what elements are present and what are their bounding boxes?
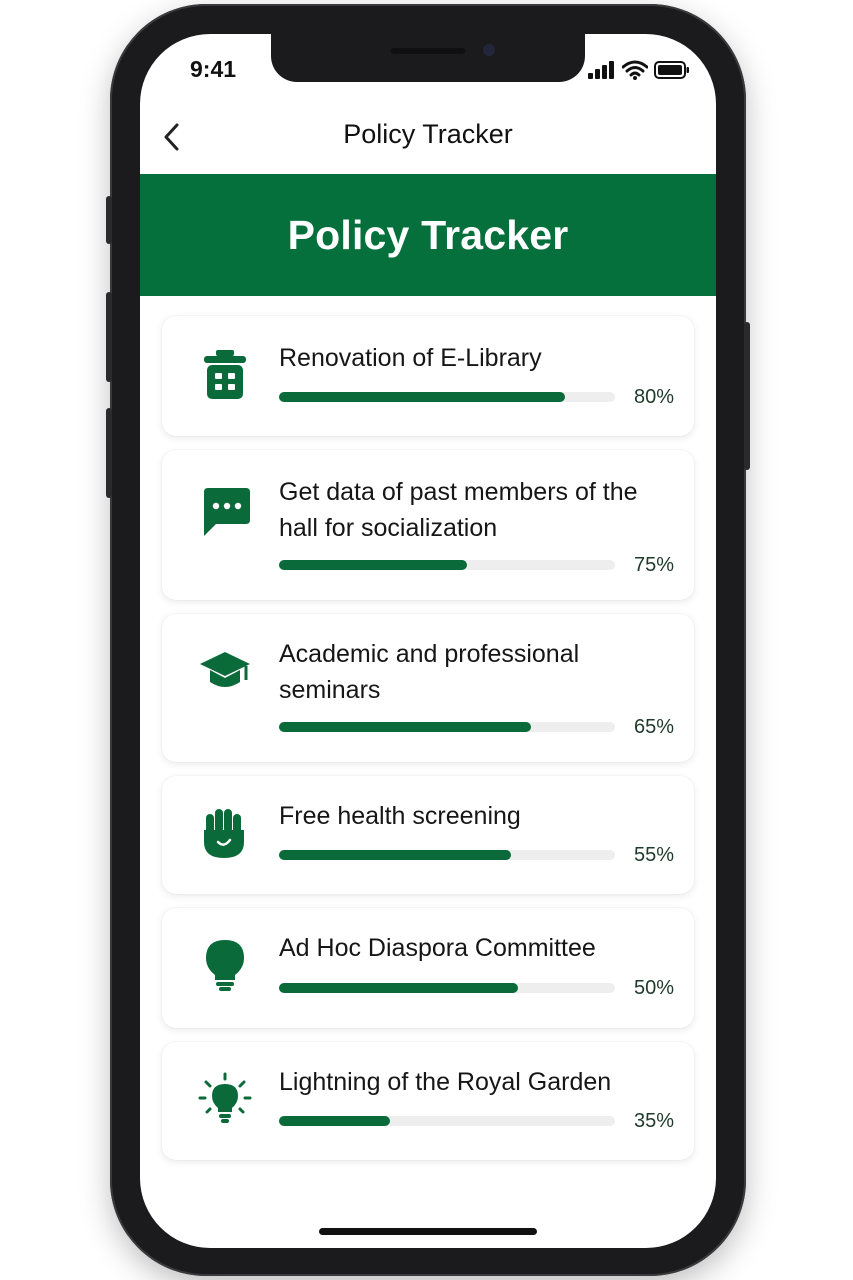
progress-track — [279, 983, 615, 993]
trash-bin-icon — [204, 350, 246, 399]
progress-fill — [279, 392, 565, 402]
shining-bulb-icon — [198, 1072, 252, 1123]
policy-card[interactable]: Lightning of the Royal Garden 35% — [162, 1042, 694, 1160]
policy-title: Lightning of the Royal Garden — [279, 1068, 612, 1096]
progress-track — [279, 1116, 615, 1126]
banner-title: Policy Tracker — [287, 211, 569, 258]
volume-up-button — [106, 292, 112, 382]
progress-track — [279, 560, 615, 570]
progress-percent: 75% — [633, 554, 674, 576]
power-button — [744, 322, 750, 470]
home-indicator — [319, 1228, 537, 1235]
progress-fill — [279, 850, 511, 860]
nav-title: Policy Tracker — [343, 119, 513, 149]
signal-icon — [588, 61, 614, 79]
policy-title: Renovation of E-Library — [279, 344, 542, 372]
mute-switch — [106, 196, 112, 244]
progress-percent: 55% — [633, 844, 674, 866]
policy-title: Free health screening — [279, 802, 521, 830]
policy-title: Get data of past members of the hall for… — [279, 478, 638, 542]
policy-card[interactable]: Renovation of E-Library 80% — [162, 316, 694, 436]
progress-fill — [279, 722, 531, 732]
raised-hand-icon — [204, 809, 244, 858]
progress-track — [279, 392, 615, 402]
progress-percent: 80% — [633, 386, 674, 408]
policy-card[interactable]: Academic and professional seminars 65% — [162, 614, 694, 762]
light-bulb-icon — [206, 940, 244, 991]
graduation-cap-icon — [200, 652, 250, 687]
progress-fill — [279, 983, 518, 993]
policy-card[interactable]: Ad Hoc Diaspora Committee 50% — [162, 908, 694, 1028]
progress-percent: 65% — [633, 716, 674, 738]
phone-screen: 9:41 Policy Tracker Policy Tracker Renov… — [140, 34, 716, 1248]
header-banner: Policy Tracker — [140, 174, 716, 296]
progress-percent: 50% — [633, 977, 674, 999]
battery-icon — [654, 61, 689, 79]
status-time: 9:41 — [190, 56, 237, 82]
progress-track — [279, 850, 615, 860]
progress-fill — [279, 1116, 390, 1126]
progress-percent: 35% — [633, 1110, 674, 1132]
policy-card[interactable]: Get data of past members of the hall for… — [162, 450, 694, 600]
status-icons — [588, 60, 690, 80]
chat-bubble-icon — [204, 488, 250, 536]
policy-title: Academic and professional seminars — [279, 640, 580, 704]
speaker-grille — [391, 48, 465, 54]
progress-fill — [279, 560, 468, 570]
progress-track — [279, 722, 615, 732]
wifi-icon — [622, 60, 648, 80]
notch — [271, 34, 585, 82]
policy-title: Ad Hoc Diaspora Committee — [279, 934, 596, 962]
front-camera — [483, 44, 495, 56]
policy-card[interactable]: Free health screening 55% — [162, 776, 694, 894]
volume-down-button — [106, 408, 112, 498]
